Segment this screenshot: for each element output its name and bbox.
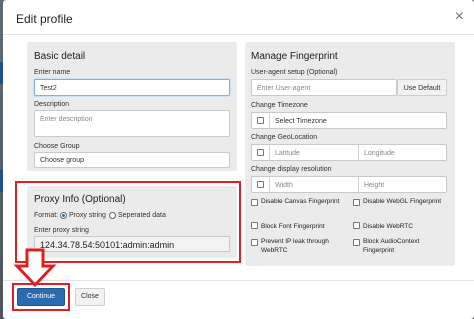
geolocation-label: Change GeoLocation xyxy=(251,134,318,141)
name-label: Enter name xyxy=(34,69,71,76)
disable-canvas-checkbox[interactable] xyxy=(251,199,258,206)
close-icon[interactable]: × xyxy=(455,8,464,26)
disable-webgl-label: Disable WebGL Fingerprint xyxy=(363,198,442,205)
modal-title: Edit profile xyxy=(16,12,73,26)
divider xyxy=(269,177,270,192)
choose-group-select[interactable]: Choose group xyxy=(34,152,230,168)
basic-detail-title: Basic detail xyxy=(34,51,86,62)
arrow-down-icon xyxy=(13,248,57,288)
disable-webrtc-label: Disable WebRTC xyxy=(363,223,413,230)
disable-canvas-label: Disable Canvas Fingerprint xyxy=(261,198,340,205)
user-agent-input[interactable]: Enter User-agent xyxy=(251,79,397,96)
timezone-select[interactable]: Select Timezone xyxy=(275,113,327,128)
geolocation-checkbox[interactable] xyxy=(257,149,264,156)
use-default-button[interactable]: Use Default xyxy=(397,79,447,96)
latitude-input[interactable]: Latitude xyxy=(275,145,300,160)
close-button[interactable]: Close xyxy=(75,288,105,306)
geolocation-row: Latitude Longitude xyxy=(251,144,447,161)
timezone-checkbox[interactable] xyxy=(257,117,264,124)
height-input[interactable]: Height xyxy=(364,177,384,192)
prevent-ip-leak-label: Prevent IP leak through WebRTC xyxy=(261,238,329,254)
modal-header: Edit profile × xyxy=(3,0,474,35)
block-font-checkbox[interactable] xyxy=(251,222,258,229)
divider xyxy=(358,145,359,160)
resolution-row: Width Height xyxy=(251,176,447,193)
disable-webgl-checkbox[interactable] xyxy=(353,199,360,206)
timezone-label: Change Timezone xyxy=(251,102,308,109)
manage-fingerprint-panel: Manage Fingerprint User-agent setup (Opt… xyxy=(245,42,455,266)
longitude-input[interactable]: Longitude xyxy=(364,145,395,160)
divider xyxy=(269,145,270,160)
width-input[interactable]: Width xyxy=(275,177,293,192)
disable-webrtc-checkbox[interactable] xyxy=(353,222,360,229)
footer-divider xyxy=(3,280,474,281)
block-font-label: Block Font Fingerprint xyxy=(261,223,325,230)
divider xyxy=(269,113,270,128)
description-label: Description xyxy=(34,101,70,108)
user-agent-label: User-agent setup (Optional) xyxy=(251,69,338,76)
block-audiocontext-label: Block AudioContext Fingerprint xyxy=(363,238,420,254)
divider xyxy=(358,177,359,192)
block-audiocontext-checkbox[interactable] xyxy=(353,239,360,246)
resolution-checkbox[interactable] xyxy=(257,181,264,188)
basic-detail-panel: Basic detail Enter name Test2 Descriptio… xyxy=(27,42,237,171)
name-input[interactable]: Test2 xyxy=(34,79,230,96)
continue-button[interactable]: Continue xyxy=(17,288,65,306)
edit-profile-modal: Edit profile × Basic detail Enter name T… xyxy=(3,0,474,319)
timezone-row: Select Timezone xyxy=(251,112,447,129)
prevent-ip-leak-checkbox[interactable] xyxy=(251,239,258,246)
description-textarea[interactable]: Enter description xyxy=(34,110,230,137)
resolution-label: Change display resolution xyxy=(251,166,332,173)
fingerprint-title: Manage Fingerprint xyxy=(251,51,338,62)
choose-group-label: Choose Group xyxy=(34,143,80,150)
